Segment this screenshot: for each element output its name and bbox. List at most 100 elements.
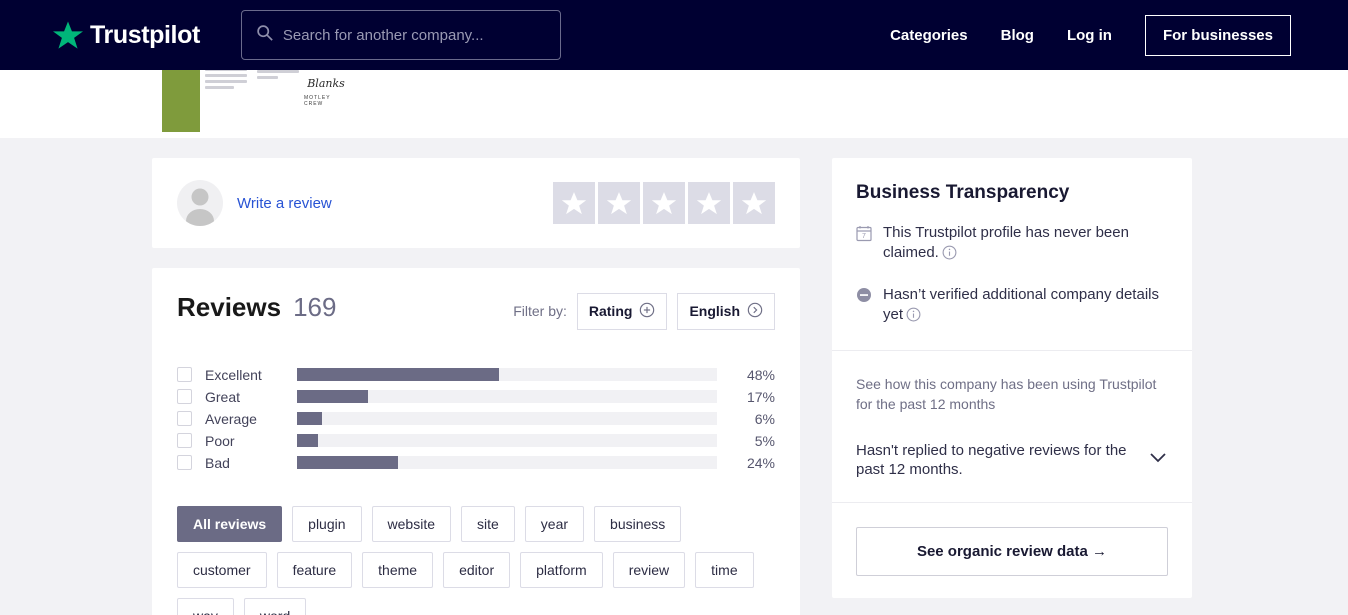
chevron-down-icon[interactable] xyxy=(1148,451,1168,469)
star-box-1[interactable] xyxy=(553,182,595,224)
distribution-label: Excellent xyxy=(205,366,262,383)
distribution-percent: 48% xyxy=(746,366,775,383)
chip-word[interactable]: word xyxy=(243,597,307,615)
distribution-bar-track xyxy=(297,434,717,447)
distribution-checkbox-average[interactable] xyxy=(177,411,192,426)
filter-controls: Filter by: Rating English xyxy=(513,292,775,330)
chip-year[interactable]: year xyxy=(524,505,585,542)
distribution-bar-fill xyxy=(297,390,369,403)
distribution-label: Average xyxy=(205,410,257,427)
write-a-review-link[interactable]: Write a review xyxy=(237,195,332,212)
distribution-label: Poor xyxy=(205,432,235,449)
distribution-label: Great xyxy=(205,388,241,405)
sidebar-column: Business Transparency 7 This Trustpilot … xyxy=(832,158,1192,615)
review-thumbnail-image[interactable]: Blanks MOTLEY CREW xyxy=(162,70,348,132)
reply-status-row[interactable]: Hasn't replied to negative reviews for t… xyxy=(856,441,1168,481)
organic-data-section: See organic review data → xyxy=(832,503,1192,598)
chip-platform[interactable]: platform xyxy=(520,551,603,588)
star-rating-selector[interactable] xyxy=(553,182,775,224)
star-icon xyxy=(606,191,632,214)
transparency-item-verified: Hasn’t verified additional company detai… xyxy=(856,285,1168,328)
filter-rating-label: Rating xyxy=(588,303,633,319)
thumbnail-green-panel xyxy=(162,70,200,132)
main-column: Write a review Reviews 169 Filter by: Ra… xyxy=(152,158,800,615)
thumbnail-bullets-column xyxy=(252,70,304,132)
nav-link-categories[interactable]: Categories xyxy=(890,27,968,44)
chip-feature[interactable]: feature xyxy=(276,551,353,588)
chip-editor[interactable]: editor xyxy=(443,551,511,588)
for-businesses-button[interactable]: For businesses xyxy=(1144,14,1291,56)
nav-link-login[interactable]: Log in xyxy=(1067,27,1112,44)
distribution-row[interactable]: Excellent 48% xyxy=(177,364,775,386)
nav-link-blog[interactable]: Blog xyxy=(1001,27,1034,44)
business-transparency-card: Business Transparency 7 This Trustpilot … xyxy=(832,158,1192,599)
transparency-item-text: Hasn’t verified additional company detai… xyxy=(883,285,1168,328)
trustpilot-logo[interactable]: Trustpilot xyxy=(53,21,200,50)
search-input[interactable]: Search for another company... xyxy=(240,10,561,60)
distribution-bar-track xyxy=(297,412,717,425)
info-icon[interactable] xyxy=(942,245,957,266)
chip-review[interactable]: review xyxy=(612,551,686,588)
distribution-row[interactable]: Bad 24% xyxy=(177,452,775,474)
distribution-bar-track xyxy=(297,390,717,403)
reply-status-text: Hasn't replied to negative reviews for t… xyxy=(856,441,1127,479)
trustpilot-usage-section: See how this company has been using Trus… xyxy=(832,351,1192,503)
distribution-row[interactable]: Great 17% xyxy=(177,386,775,408)
logo-text: Trustpilot xyxy=(90,20,200,49)
star-icon xyxy=(741,191,767,214)
distribution-bar-fill xyxy=(297,412,323,425)
star-box-2[interactable] xyxy=(598,182,640,224)
distribution-percent: 5% xyxy=(754,432,775,449)
chip-customer[interactable]: customer xyxy=(177,551,267,588)
transparency-item-text: This Trustpilot profile has never been c… xyxy=(883,223,1168,266)
distribution-percent: 6% xyxy=(754,410,775,427)
chip-site[interactable]: site xyxy=(461,505,515,542)
minus-circle-icon xyxy=(856,285,873,328)
calendar-icon: 7 xyxy=(856,223,873,266)
user-avatar-icon xyxy=(177,180,223,226)
filter-language-label: English xyxy=(689,303,740,319)
distribution-bar-fill xyxy=(297,456,398,469)
media-strip: Blanks MOTLEY CREW xyxy=(0,70,1348,138)
star-box-3[interactable] xyxy=(643,182,685,224)
trustpilot-star-icon xyxy=(53,20,83,50)
chip-time[interactable]: time xyxy=(695,551,754,588)
filter-language-button[interactable]: English xyxy=(677,292,775,330)
chip-website[interactable]: website xyxy=(371,505,451,542)
chip-theme[interactable]: theme xyxy=(362,551,434,588)
chip-all-reviews[interactable]: All reviews xyxy=(177,505,283,542)
distribution-row[interactable]: Poor 5% xyxy=(177,430,775,452)
distribution-bar-fill xyxy=(297,434,318,447)
distribution-percent: 24% xyxy=(746,454,775,471)
rating-distribution: Excellent 48% Great 17% Average 6% Poor … xyxy=(177,364,775,474)
info-icon[interactable] xyxy=(906,307,921,328)
distribution-row[interactable]: Average 6% xyxy=(177,408,775,430)
distribution-checkbox-poor[interactable] xyxy=(177,433,192,448)
thumbnail-signature: Blanks MOTLEY CREW xyxy=(304,77,345,107)
reviews-card: Reviews 169 Filter by: Rating English Ex… xyxy=(152,268,800,615)
see-organic-review-data-button[interactable]: See organic review data → xyxy=(856,527,1168,577)
distribution-checkbox-great[interactable] xyxy=(177,389,192,404)
distribution-bar-track xyxy=(297,368,717,381)
write-review-card: Write a review xyxy=(152,158,800,248)
distribution-checkbox-bad[interactable] xyxy=(177,455,192,470)
filter-by-label: Filter by: xyxy=(513,303,567,319)
transparency-item-claimed: 7 This Trustpilot profile has never been… xyxy=(856,223,1168,266)
search-placeholder: Search for another company... xyxy=(282,26,484,44)
reviews-count: 169 xyxy=(293,292,337,322)
distribution-label: Bad xyxy=(205,454,230,471)
filter-rating-button[interactable]: Rating xyxy=(576,292,668,330)
business-transparency-title: Business Transparency xyxy=(856,182,1070,203)
star-icon xyxy=(561,191,587,214)
star-box-4[interactable] xyxy=(688,182,730,224)
chip-plugin[interactable]: plugin xyxy=(292,505,362,542)
distribution-bar-track xyxy=(297,456,717,469)
reviews-header: Reviews 169 Filter by: Rating English xyxy=(177,292,775,330)
star-icon xyxy=(696,191,722,214)
chip-business[interactable]: business xyxy=(594,505,682,542)
star-box-5[interactable] xyxy=(733,182,775,224)
chip-way[interactable]: way xyxy=(177,597,234,615)
distribution-checkbox-excellent[interactable] xyxy=(177,367,192,382)
page-title: Reviews xyxy=(177,292,282,322)
search-icon xyxy=(256,24,273,46)
